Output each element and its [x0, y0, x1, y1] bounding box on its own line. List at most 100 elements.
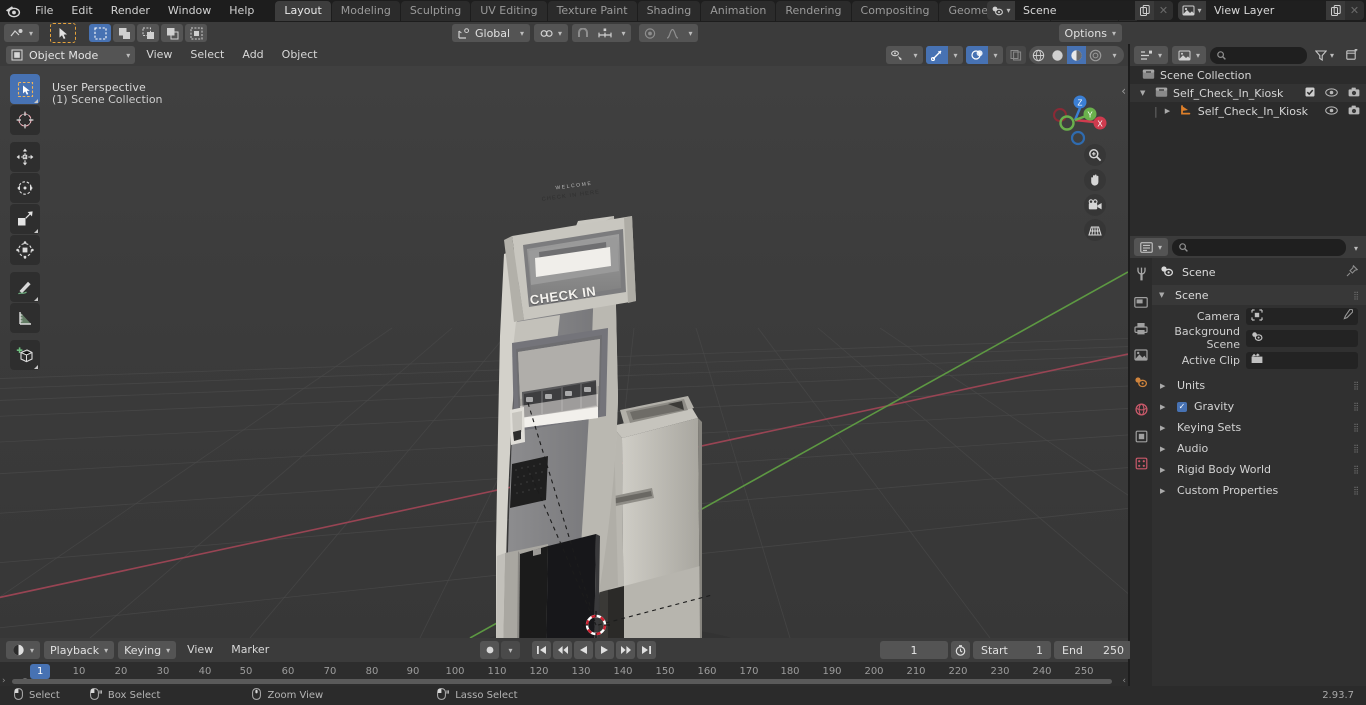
panel-triangle-icon[interactable]: ▶	[1160, 424, 1170, 432]
new-scene-button[interactable]	[1135, 1, 1154, 20]
workspace-tab-uv-editing[interactable]: UV Editing	[471, 1, 547, 21]
viewport-menu-select[interactable]: Select	[183, 46, 231, 64]
timeline-editor-type-selector[interactable]: ▾	[6, 641, 41, 659]
menu-window[interactable]: Window	[159, 2, 220, 20]
jump-to-end-button[interactable]	[637, 641, 656, 659]
tool-rotate-icon[interactable]	[10, 173, 40, 203]
tab-scene-icon[interactable]	[1132, 374, 1150, 390]
show-overlays-icon[interactable]	[966, 46, 988, 64]
viewport-menu-add[interactable]: Add	[235, 46, 270, 64]
3d-viewport[interactable]: WELCOME CHECK IN HERE CHECK IN User Pers…	[0, 66, 1128, 638]
zoom-view-icon[interactable]	[1084, 144, 1106, 166]
panel-keying-sets[interactable]: ▶ Keying Sets ⣿	[1152, 417, 1366, 438]
menu-render[interactable]: Render	[102, 2, 159, 20]
current-frame-field[interactable]: 1	[880, 641, 948, 659]
active-clip-field[interactable]	[1246, 351, 1358, 369]
falloff-dropdown-chevron-icon[interactable]: ▾	[683, 24, 698, 42]
start-frame-field[interactable]: Start 1	[973, 641, 1051, 659]
next-keyframe-button[interactable]	[616, 641, 635, 659]
panel-gravity[interactable]: ▶ ✓ Gravity ⣿	[1152, 396, 1366, 417]
expand-triangle-icon[interactable]: ▼	[1140, 89, 1150, 97]
workspace-tab-layout[interactable]: Layout	[275, 1, 331, 21]
end-frame-field[interactable]: End 250	[1054, 641, 1132, 659]
timeline-playhead[interactable]: 1	[30, 664, 51, 679]
workspace-tab-animation[interactable]: Animation	[701, 1, 776, 21]
falloff-curve-icon[interactable]	[661, 24, 683, 42]
disable-in-renders-camera-icon[interactable]	[1348, 87, 1360, 100]
properties-editor-type-selector[interactable]: ▾	[1134, 238, 1169, 256]
camera-view-icon[interactable]	[1084, 194, 1106, 216]
play-button[interactable]	[595, 641, 614, 659]
eyedropper-icon[interactable]	[1342, 308, 1354, 323]
viewport-sidebar-collapse-icon[interactable]: ‹	[1121, 84, 1126, 98]
panel-triangle-icon[interactable]: ▶	[1160, 403, 1170, 411]
panel-custom-properties[interactable]: ▶ Custom Properties ⣿	[1152, 480, 1366, 501]
background-scene-field[interactable]	[1246, 329, 1358, 347]
panel-units[interactable]: ▶ Units ⣿	[1152, 375, 1366, 396]
active-tool-indicator[interactable]	[50, 23, 77, 43]
camera-field[interactable]	[1246, 307, 1358, 325]
shading-chevron-icon[interactable]: ▾	[1105, 46, 1124, 64]
workspace-tab-texture-paint[interactable]: Texture Paint	[547, 1, 637, 21]
show-gizmo-icon[interactable]	[926, 46, 948, 64]
auto-keyframe-toggle[interactable]	[480, 641, 499, 659]
tool-measure-icon[interactable]	[10, 303, 40, 333]
outliner-editor[interactable]: ▾ ▾ ▾ Scene Collection ▼ Self_Check_In_K…	[1130, 44, 1366, 236]
select-intersect-icon[interactable]	[185, 24, 208, 42]
gravity-checkbox[interactable]: ✓	[1177, 401, 1187, 412]
properties-search-input[interactable]	[1172, 238, 1346, 256]
panel-triangle-icon[interactable]: ▶	[1160, 487, 1170, 495]
workspace-tab-compositing[interactable]: Compositing	[851, 1, 939, 21]
outliner-row-scene-collection[interactable]: Scene Collection	[1130, 66, 1366, 84]
tool-move-icon[interactable]	[10, 142, 40, 172]
hide-in-viewport-eye-icon[interactable]	[1325, 87, 1338, 100]
interaction-mode-dropdown[interactable]: Object Mode ▾	[6, 46, 136, 64]
auto-keyframe-chevron-icon[interactable]: ▾	[501, 641, 520, 659]
outliner-search-input[interactable]	[1210, 46, 1307, 64]
play-reverse-button[interactable]	[574, 641, 593, 659]
outliner-editor-type-selector[interactable]: ▾	[1134, 46, 1169, 64]
expand-triangle-icon[interactable]: ▶	[1165, 107, 1175, 115]
hide-in-viewport-eye-icon[interactable]	[1325, 105, 1338, 118]
select-subtract-icon[interactable]	[137, 24, 160, 42]
rendered-shading-icon[interactable]	[1086, 46, 1105, 64]
select-new-icon[interactable]	[89, 24, 112, 42]
timeline-horizontal-scrollbar[interactable]	[12, 679, 1112, 684]
panel-triangle-icon[interactable]: ▶	[1160, 382, 1170, 390]
select-extend-icon[interactable]	[113, 24, 136, 42]
overlays-chevron-icon[interactable]: ▾	[988, 46, 1003, 64]
unlink-scene-button[interactable]: ✕	[1154, 1, 1173, 20]
tool-transform-icon[interactable]	[10, 235, 40, 265]
properties-editor[interactable]: ▾ ▾ Scene ▼ Scene ⣿ Camera Background Sc…	[1130, 236, 1366, 686]
timeline-playback-dropdown[interactable]: Playback ▾	[44, 641, 115, 659]
object-types-chevron-icon[interactable]: ▾	[908, 46, 923, 64]
snap-target-icon[interactable]	[594, 24, 616, 42]
pivot-point-dropdown[interactable]: ▾	[534, 24, 569, 42]
solid-shading-icon[interactable]	[1048, 46, 1067, 64]
editor-type-selector[interactable]: ▾	[4, 24, 40, 42]
blender-logo-icon[interactable]	[0, 0, 26, 22]
outliner-filter-icon[interactable]: ▾	[1311, 46, 1338, 64]
panel-triangle-icon[interactable]: ▶	[1160, 445, 1170, 453]
material-preview-shading-icon[interactable]	[1067, 46, 1086, 64]
tab-tool-icon[interactable]	[1132, 266, 1150, 282]
menu-edit[interactable]: Edit	[62, 2, 101, 20]
viewport-menu-view[interactable]: View	[139, 46, 179, 64]
xray-toggle-icon[interactable]	[1006, 46, 1026, 64]
disable-in-renders-camera-icon[interactable]	[1348, 105, 1360, 118]
outliner-new-collection-icon[interactable]	[1342, 46, 1362, 64]
viewport-menu-object[interactable]: Object	[275, 46, 325, 64]
tab-output-icon[interactable]	[1132, 320, 1150, 336]
panel-audio[interactable]: ▶ Audio ⣿	[1152, 438, 1366, 459]
object-types-filter-icon[interactable]	[886, 46, 908, 64]
select-invert-icon[interactable]	[161, 24, 184, 42]
menu-help[interactable]: Help	[220, 2, 263, 20]
tab-world-icon[interactable]	[1132, 401, 1150, 417]
move-view-hand-icon[interactable]	[1084, 169, 1106, 191]
wireframe-shading-icon[interactable]	[1029, 46, 1048, 64]
view-layer-name-field[interactable]: View Layer	[1206, 1, 1326, 20]
remove-view-layer-button[interactable]: ✕	[1345, 1, 1364, 20]
tab-texture-icon[interactable]	[1132, 455, 1150, 471]
tool-cursor-icon[interactable]	[10, 105, 40, 135]
timeline-expand-icon[interactable]: ›	[2, 676, 6, 686]
